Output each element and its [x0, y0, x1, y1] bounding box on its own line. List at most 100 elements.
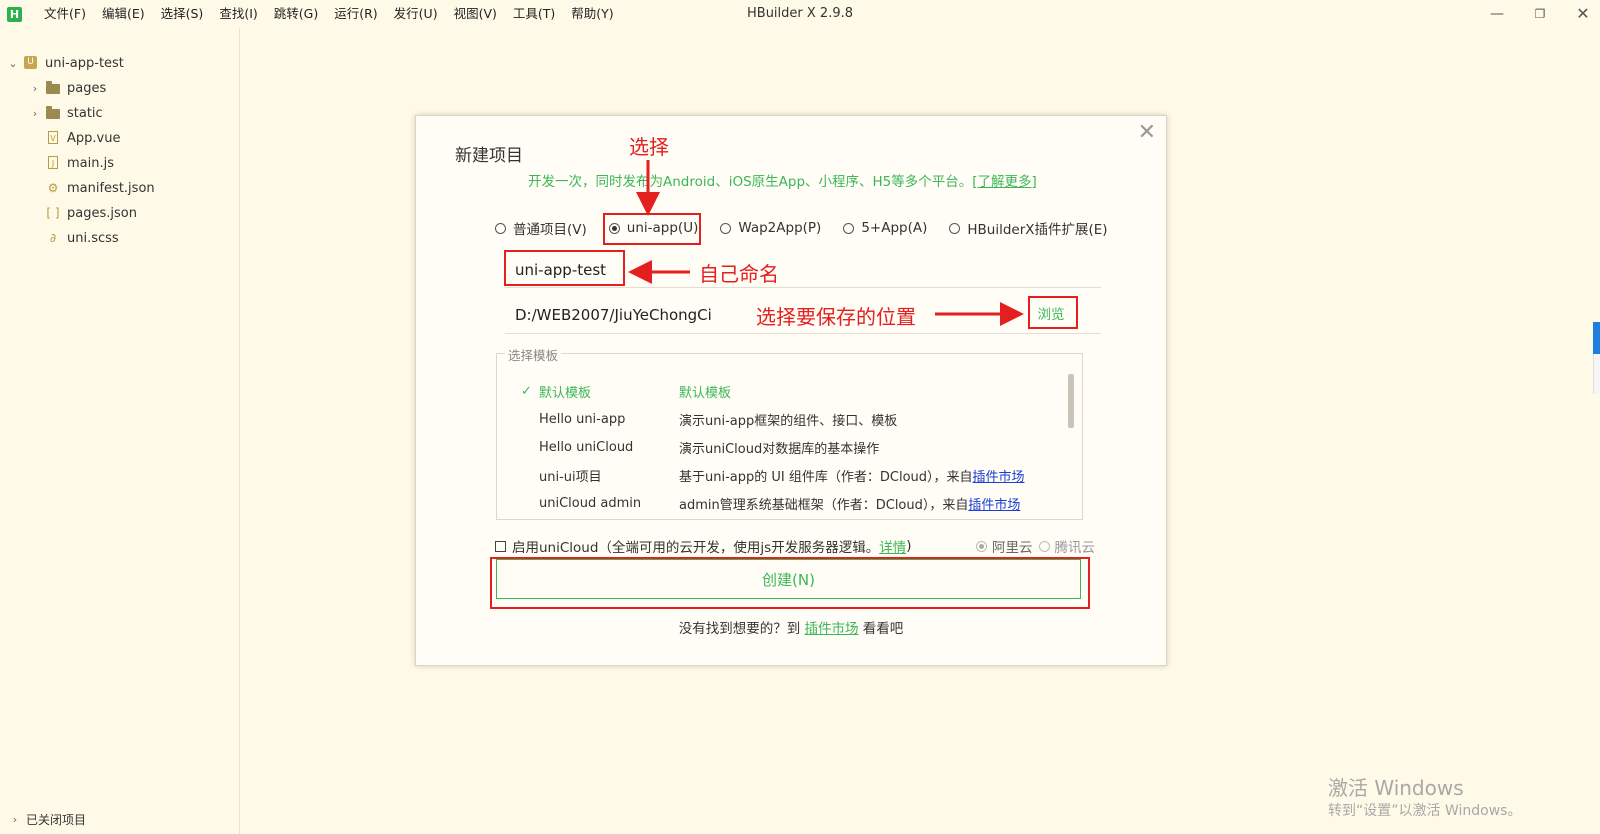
check-icon: ✓	[521, 383, 532, 399]
side-panel-tab-light[interactable]	[1593, 354, 1600, 394]
subtitle-text: 开发一次，同时发布为Android、iOS原生App、小程序、H5等多个平台。	[528, 174, 973, 190]
template-desc: 基于uni-app的 UI 组件库（作者：DCloud），来自	[679, 469, 973, 485]
radio-icon	[720, 222, 732, 234]
menu-find[interactable]: 查找(I)	[211, 0, 265, 28]
template-desc: 演示uni-app框架的组件、接口、模板	[679, 413, 898, 429]
annotation-box-browse	[1028, 296, 1078, 329]
unicloud-details-link[interactable]: 详情	[879, 536, 906, 556]
radio-5plus-app[interactable]: 5+App(A)	[843, 220, 927, 236]
radio-icon	[949, 222, 961, 234]
plugin-market-link[interactable]: 插件市场	[968, 498, 1020, 513]
provider-aliyun[interactable]: 阿里云	[976, 536, 1033, 556]
template-scrollbar[interactable]	[1068, 374, 1074, 428]
learn-more-link[interactable]: [了解更多]	[972, 174, 1037, 190]
footer-text: 看看吧	[862, 621, 904, 637]
tree-item-label: pages.json	[67, 205, 137, 221]
tree-item-label: uni.scss	[67, 230, 119, 246]
tree-item-static[interactable]: › static	[30, 102, 103, 124]
radio-label: 5+App(A)	[861, 220, 928, 236]
tree-item-label: App.vue	[67, 130, 121, 146]
project-icon: U	[24, 56, 38, 70]
provider-tencent[interactable]: 腾讯云	[1038, 536, 1096, 556]
radio-icon	[495, 222, 506, 234]
provider-label: 腾讯云	[1054, 540, 1096, 556]
minimize-icon[interactable]: —	[1487, 4, 1507, 24]
chevron-down-icon: ⌄	[8, 56, 18, 70]
project-type-group: 普通项目(V) uni-app(U) Wap2App(P) 5+App(A) H…	[495, 218, 1130, 238]
tree-item-pages-json[interactable]: [ ] pages.json	[46, 202, 137, 224]
radio-wap2app[interactable]: Wap2App(P)	[720, 220, 821, 236]
tree-item-label: static	[67, 105, 103, 121]
dialog-title: 新建项目	[455, 146, 523, 166]
folder-icon	[46, 106, 60, 120]
template-name: Hello uniCloud	[539, 439, 634, 455]
menu-help[interactable]: 帮助(Y)	[563, 0, 621, 28]
template-uni-ui[interactable]: uni-ui项目 基于uni-app的 UI 组件库（作者：DCloud），来自…	[497, 462, 1057, 488]
chevron-right-icon: ›	[32, 81, 38, 95]
title-bar: H 文件(F) 编辑(E) 选择(S) 查找(I) 跳转(G) 运行(R) 发行…	[0, 0, 1600, 28]
windows-activation-hint: 转到“设置”以激活 Windows。	[1328, 803, 1522, 819]
tree-item-main-js[interactable]: J main.js	[46, 152, 114, 174]
template-name: 默认模板	[539, 385, 592, 401]
template-default[interactable]: ✓ 默认模板 默认模板	[497, 378, 1057, 404]
unicloud-row: 启用uniCloud（全端可用的云开发，使用js开发服务器逻辑。 详情 ) 阿里…	[495, 536, 1095, 556]
close-icon[interactable]: ✕	[1138, 120, 1156, 145]
tree-project-root[interactable]: ⌄ U uni-app-test	[8, 52, 124, 74]
template-name: uniCloud admin	[539, 495, 642, 511]
menu-view[interactable]: 视图(V)	[446, 0, 505, 28]
closed-projects-toggle[interactable]: › 已关闭项目	[10, 811, 86, 828]
plugin-market-link[interactable]: 插件市场	[973, 470, 1025, 485]
tree-item-label: manifest.json	[67, 180, 155, 196]
template-hello-unicloud[interactable]: Hello uniCloud 演示uniCloud对数据库的基本操作	[497, 434, 1057, 460]
tree-item-uni-scss[interactable]: ∂ uni.scss	[46, 227, 119, 249]
menu-select[interactable]: 选择(S)	[153, 0, 212, 28]
folder-icon	[46, 81, 60, 95]
menu-run[interactable]: 运行(R)	[326, 0, 385, 28]
restore-icon[interactable]: ❐	[1530, 4, 1550, 24]
footer-hint: 没有找到想要的？到 插件市场 看看吧	[416, 617, 1166, 637]
radio-label: 普通项目(V)	[513, 222, 587, 238]
menu-edit[interactable]: 编辑(E)	[94, 0, 153, 28]
annotation-box-uni-app	[603, 213, 701, 245]
menu-publish[interactable]: 发行(U)	[386, 0, 446, 28]
annotation-choose-location: 选择要保存的位置	[756, 305, 916, 329]
unicloud-label: 启用uniCloud（全端可用的云开发，使用js开发服务器逻辑。	[512, 540, 880, 556]
tree-item-manifest[interactable]: ⚙ manifest.json	[46, 177, 155, 199]
radio-plugin-extension[interactable]: HBuilderX插件扩展(E)	[949, 218, 1108, 238]
menu-goto[interactable]: 跳转(G)	[266, 0, 326, 28]
radio-label: Wap2App(P)	[738, 220, 822, 236]
template-desc: 演示uniCloud对数据库的基本操作	[679, 441, 880, 457]
template-desc: 默认模板	[679, 385, 732, 401]
menu-file[interactable]: 文件(F)	[36, 0, 94, 28]
template-unicloud-admin[interactable]: uniCloud admin admin管理系统基础框架（作者：DCloud），…	[497, 490, 1057, 516]
annotation-name-yourself: 自己命名	[699, 262, 779, 286]
template-legend: 选择模板	[505, 345, 562, 364]
menu-tools[interactable]: 工具(T)	[505, 0, 563, 28]
template-desc: admin管理系统基础框架（作者：DCloud），来自	[679, 497, 969, 513]
template-hello-uni-app[interactable]: Hello uni-app 演示uni-app框架的组件、接口、模板	[497, 406, 1057, 432]
unicloud-checkbox[interactable]	[495, 540, 506, 552]
closed-projects-label: 已关闭项目	[26, 813, 87, 827]
side-panel-tab[interactable]	[1593, 322, 1600, 354]
chevron-right-icon: ›	[32, 106, 38, 120]
provider-label: 阿里云	[992, 540, 1033, 556]
template-list: 选择模板 ✓ 默认模板 默认模板 Hello uni-app 演示uni-app…	[496, 345, 1083, 520]
annotation-box-create	[490, 557, 1090, 609]
menu-bar: 文件(F) 编辑(E) 选择(S) 查找(I) 跳转(G) 运行(R) 发行(U…	[36, 0, 622, 28]
windows-activation-title: 激活 Windows	[1328, 776, 1464, 800]
template-name: Hello uni-app	[539, 411, 626, 427]
radio-normal-project[interactable]: 普通项目(V)	[495, 218, 587, 238]
unicloud-close-paren: )	[906, 538, 912, 554]
hbuilder-logo-icon: H	[7, 6, 22, 22]
footer-text: 没有找到想要的？到	[678, 621, 801, 637]
project-explorer: ⌄ U uni-app-test › pages › static V App.…	[0, 28, 240, 834]
annotation-box-name	[504, 250, 625, 286]
close-window-icon[interactable]: ✕	[1573, 4, 1593, 24]
radio-checked-icon	[976, 540, 987, 552]
tree-item-app-vue[interactable]: V App.vue	[46, 127, 120, 149]
tree-item-pages[interactable]: › pages	[30, 77, 106, 99]
template-name: uni-ui项目	[539, 469, 602, 485]
dialog-subtitle: 开发一次，同时发布为Android、iOS原生App、小程序、H5等多个平台。[…	[528, 170, 1037, 190]
plugin-market-link[interactable]: 插件市场	[805, 621, 859, 637]
json-brackets-icon: [ ]	[46, 206, 60, 220]
